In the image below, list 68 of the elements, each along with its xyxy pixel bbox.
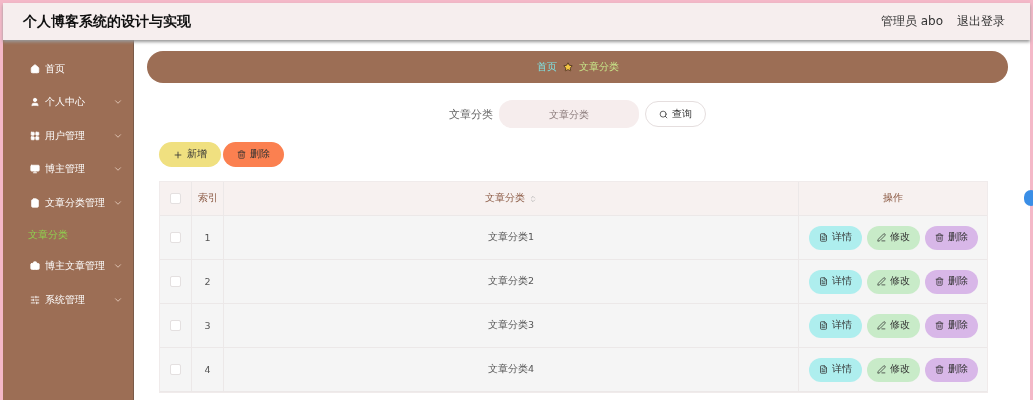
table-cell: 3 xyxy=(192,304,224,347)
search-label: 文章分类 xyxy=(449,106,493,122)
user-label: 管理员 abo xyxy=(880,13,943,30)
table-cell: 2 xyxy=(192,260,224,303)
trash-icon xyxy=(934,365,944,374)
trash-icon xyxy=(237,150,246,159)
sidebar-item[interactable]: 个人中心 xyxy=(3,85,133,119)
edit-button[interactable]: 修改 xyxy=(866,225,920,250)
column-header[interactable]: 文章分类 xyxy=(224,182,799,215)
plus-icon xyxy=(173,149,183,160)
document-icon xyxy=(818,277,828,286)
column-header: 索引 xyxy=(192,182,224,215)
row-checkbox[interactable] xyxy=(170,232,181,243)
sidebar-item[interactable]: 用户管理 xyxy=(3,119,133,153)
sidebar-item[interactable]: 系统管理 xyxy=(3,283,133,317)
edit-button[interactable]: 修改 xyxy=(866,357,920,382)
edit-button[interactable]: 修改 xyxy=(866,269,920,294)
select-all-checkbox[interactable] xyxy=(170,193,181,204)
menu-icon xyxy=(30,97,40,108)
menu-icon xyxy=(30,130,40,141)
row-checkbox[interactable] xyxy=(170,276,181,287)
sort-icon[interactable] xyxy=(529,194,537,203)
details-button[interactable]: 详情 xyxy=(808,357,862,382)
table-cell: 1 xyxy=(192,216,224,259)
details-button[interactable]: 详情 xyxy=(808,225,862,250)
trash-icon xyxy=(934,321,944,330)
add-button[interactable]: 新增 xyxy=(159,142,221,167)
sidebar-item[interactable]: 博主文章管理 xyxy=(3,249,133,283)
row-checkbox[interactable] xyxy=(170,320,181,331)
search-field[interactable]: 文章分类 xyxy=(499,100,639,128)
search-button[interactable]: 查询 xyxy=(645,101,706,127)
trash-icon xyxy=(934,277,944,286)
table-cell: 文章分类3 xyxy=(224,304,799,347)
breadcrumb-current: 文章分类 xyxy=(578,60,619,74)
sidebar-item[interactable]: 首页 xyxy=(3,52,133,86)
menu-icon xyxy=(30,63,40,74)
table-cell: 4 xyxy=(192,348,224,391)
app-title: 个人博客系统的设计与实现 xyxy=(23,12,192,31)
search-icon xyxy=(659,109,668,119)
delete-button[interactable]: 删除 xyxy=(924,269,978,294)
delete-button[interactable]: 删除 xyxy=(924,225,978,250)
sidebar-item[interactable]: 博主管理 xyxy=(3,152,133,186)
document-icon xyxy=(818,321,828,330)
table-cell: 文章分类4 xyxy=(224,348,799,391)
row-checkbox[interactable] xyxy=(170,364,181,375)
details-button[interactable]: 详情 xyxy=(808,269,862,294)
delete-button[interactable]: 删除 xyxy=(924,357,978,382)
pen-icon xyxy=(876,233,886,242)
menu-icon xyxy=(30,294,40,305)
menu-icon xyxy=(30,164,40,175)
trash-icon xyxy=(934,233,944,242)
details-button[interactable]: 详情 xyxy=(808,313,862,338)
pen-icon xyxy=(876,321,886,330)
table-cell: 文章分类1 xyxy=(224,216,799,259)
sidebar-item[interactable]: 文章分类管理 xyxy=(3,186,133,220)
delete-button[interactable]: 删除 xyxy=(924,313,978,338)
pen-icon xyxy=(876,277,886,286)
delete-button[interactable]: 删除 xyxy=(223,142,284,167)
star-icon xyxy=(562,62,573,72)
menu-icon xyxy=(30,261,40,272)
logout-link[interactable]: 退出登录 xyxy=(957,13,1005,30)
column-header: 操作 xyxy=(882,191,904,205)
menu-icon xyxy=(30,197,40,208)
table-cell: 文章分类2 xyxy=(224,260,799,303)
document-icon xyxy=(818,233,828,242)
document-icon xyxy=(818,365,828,374)
pen-icon xyxy=(876,365,886,374)
edit-button[interactable]: 修改 xyxy=(866,313,920,338)
